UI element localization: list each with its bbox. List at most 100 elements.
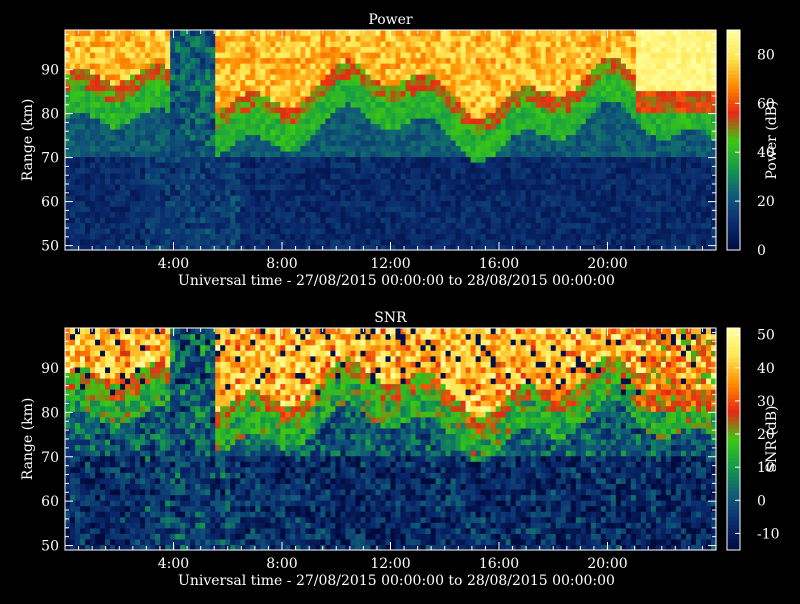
heatmap-cell — [490, 145, 497, 152]
heatmap-cell — [445, 134, 452, 141]
heatmap-cell — [100, 68, 106, 75]
heatmap-cell — [85, 162, 91, 169]
heatmap-cell — [610, 156, 617, 163]
heatmap-cell — [545, 200, 552, 207]
heatmap-cell — [345, 233, 352, 240]
heatmap-cell — [120, 123, 126, 130]
heatmap-cell — [445, 129, 452, 136]
heatmap-cell — [625, 129, 632, 136]
heatmap-cell — [420, 233, 427, 240]
heatmap-cell — [460, 222, 467, 229]
heatmap-cell — [65, 206, 71, 213]
heatmap-cell — [175, 96, 181, 103]
heatmap-cell — [405, 211, 412, 218]
heatmap-cell — [300, 52, 306, 59]
heatmap-cell — [370, 57, 377, 64]
heatmap-cell — [280, 68, 286, 75]
heatmap-cell — [130, 228, 136, 235]
heatmap-cell — [515, 46, 522, 53]
heatmap-cell — [565, 222, 572, 229]
heatmap-cell — [400, 233, 407, 240]
heatmap-cell — [640, 140, 647, 147]
heatmap-cell — [270, 35, 276, 42]
heatmap-cell — [180, 41, 186, 48]
heatmap-cell — [595, 79, 602, 86]
heatmap-cell — [170, 145, 176, 152]
heatmap-cell — [305, 35, 311, 42]
heatmap-cell — [260, 74, 266, 81]
heatmap-cell — [620, 96, 627, 103]
heatmap-cell — [225, 123, 231, 130]
heatmap-cell — [500, 118, 507, 125]
heatmap-cell — [530, 63, 537, 70]
heatmap-cell — [225, 206, 231, 213]
heatmap-cell — [650, 134, 657, 141]
heatmap-cell — [240, 129, 246, 136]
heatmap-cell — [160, 156, 166, 163]
heatmap-cell — [230, 167, 236, 174]
heatmap-cell — [680, 74, 687, 81]
heatmap-cell — [485, 217, 492, 224]
heatmap-cell — [235, 195, 241, 202]
heatmap-cell — [615, 200, 622, 207]
heatmap-cell — [515, 167, 522, 174]
heatmap-cell — [320, 74, 326, 81]
heatmap-cell — [295, 239, 301, 246]
heatmap-cell — [340, 222, 347, 229]
heatmap-cell — [615, 167, 622, 174]
heatmap-cell — [270, 145, 276, 152]
heatmap-cell — [405, 189, 412, 196]
heatmap-cell — [170, 206, 176, 213]
heatmap-cell — [330, 96, 337, 103]
heatmap-cell — [470, 74, 477, 81]
heatmap-cell — [405, 222, 412, 229]
heatmap-cell — [85, 63, 91, 70]
heatmap-cell — [640, 79, 647, 86]
heatmap-cell — [545, 206, 552, 213]
heatmap-cell — [330, 41, 337, 48]
heatmap-cell — [600, 189, 607, 196]
heatmap-cell — [150, 189, 156, 196]
heatmap-cell — [80, 123, 86, 130]
heatmap-cell — [345, 123, 352, 130]
heatmap-cell — [265, 79, 271, 86]
heatmap-cell — [455, 145, 462, 152]
heatmap-cell — [425, 151, 432, 158]
heatmap-cell — [265, 63, 271, 70]
heatmap-cell — [550, 233, 557, 240]
heatmap-cell — [310, 162, 316, 169]
heatmap-cell — [590, 217, 597, 224]
heatmap-cell — [490, 217, 497, 224]
heatmap-cell — [665, 184, 672, 191]
heatmap-cell — [250, 145, 256, 152]
heatmap-cell — [595, 68, 602, 75]
heatmap-cell — [675, 178, 682, 185]
heatmap-cell — [325, 30, 332, 37]
heatmap-cell — [520, 178, 527, 185]
heatmap-cell — [130, 195, 136, 202]
heatmap-cell — [130, 123, 136, 130]
heatmap-cell — [525, 151, 532, 158]
heatmap-cell — [360, 162, 367, 169]
heatmap-cell — [675, 151, 682, 158]
heatmap-cell — [75, 107, 81, 114]
heatmap-cell — [130, 211, 136, 218]
heatmap-cell — [475, 90, 482, 97]
heatmap-cell — [450, 41, 457, 48]
heatmap-cell — [335, 123, 342, 130]
heatmap-cell — [325, 90, 332, 97]
heatmap-cell — [485, 74, 492, 81]
heatmap-cell — [270, 178, 276, 185]
heatmap-cell — [595, 211, 602, 218]
heatmap-cell — [325, 79, 332, 86]
heatmap-cell — [550, 140, 557, 147]
heatmap-cell — [600, 211, 607, 218]
heatmap-cell — [280, 178, 286, 185]
heatmap-cell — [300, 30, 306, 37]
heatmap-cell — [675, 57, 682, 64]
heatmap-cell — [385, 184, 392, 191]
heatmap-cell — [490, 96, 497, 103]
heatmap-cell — [465, 30, 472, 37]
heatmap-cell — [250, 118, 256, 125]
heatmap-cell — [445, 74, 452, 81]
